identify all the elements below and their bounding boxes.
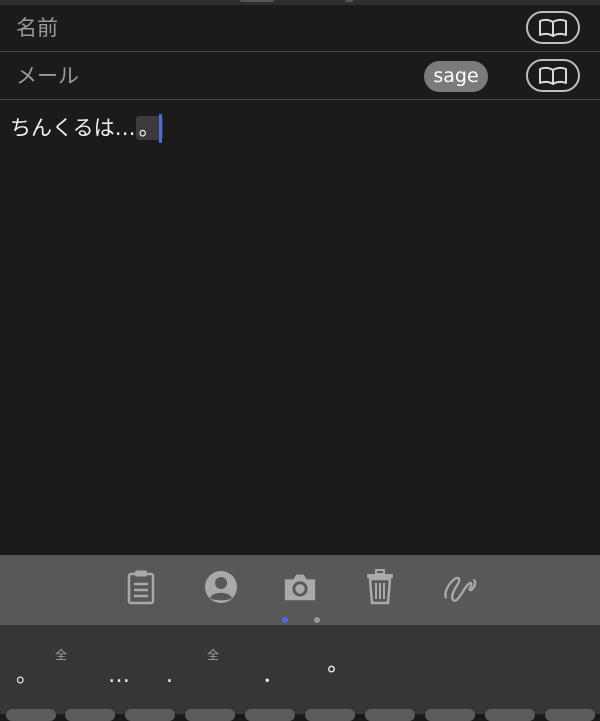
keyboard-key[interactable] [65, 709, 115, 721]
top-edge-mark [240, 0, 274, 2]
person-icon [205, 571, 237, 603]
message-body[interactable]: ちんくるは…。 [10, 112, 163, 144]
candidate-item[interactable]: … [108, 663, 130, 689]
clipboard-icon [127, 570, 155, 605]
keyboard-key[interactable] [365, 709, 415, 721]
candidate-item[interactable]: ° [326, 663, 337, 689]
book-icon [539, 18, 567, 37]
camera-button[interactable] [282, 569, 318, 605]
keyboard-key[interactable] [485, 709, 535, 721]
keyboard-key[interactable] [305, 709, 355, 721]
name-field[interactable]: 名前 [0, 5, 600, 52]
delete-button[interactable] [362, 569, 398, 605]
camera-icon [284, 574, 316, 601]
mail-address-book-button[interactable] [526, 59, 580, 92]
page-indicator-active [282, 617, 288, 623]
clipboard-button[interactable] [123, 569, 159, 605]
name-field-placeholder: 名前 [16, 16, 58, 40]
book-icon [539, 66, 567, 85]
text-caret [159, 114, 162, 143]
fullwidth-marker: 全 [55, 648, 68, 662]
fullwidth-marker: 全 [207, 648, 220, 662]
mail-field-placeholder: メール [16, 64, 79, 88]
keyboard-key[interactable] [125, 709, 175, 721]
keyboard-key[interactable] [425, 709, 475, 721]
mail-field[interactable]: メール [0, 53, 600, 100]
keyboard-key[interactable] [185, 709, 235, 721]
scribble-icon [444, 576, 477, 602]
top-edge-mark [345, 0, 353, 2]
candidate-item[interactable]: ． [262, 663, 284, 689]
candidate-item[interactable]: 。 [16, 663, 38, 689]
handwriting-button[interactable] [442, 569, 478, 605]
contact-button[interactable] [203, 569, 239, 605]
candidate-bar: 全 全 。 … . ． ° [0, 625, 600, 714]
sage-button[interactable]: sage [424, 61, 488, 92]
name-address-book-button[interactable] [526, 11, 580, 44]
input-toolbar [0, 555, 600, 625]
keyboard-key[interactable] [545, 709, 595, 721]
trash-icon [367, 569, 393, 605]
keyboard-key[interactable] [6, 709, 56, 721]
message-text: ちんくるは… [10, 116, 136, 140]
candidate-item[interactable]: . [166, 663, 173, 689]
page-indicator [314, 617, 320, 623]
keyboard-key[interactable] [245, 709, 295, 721]
